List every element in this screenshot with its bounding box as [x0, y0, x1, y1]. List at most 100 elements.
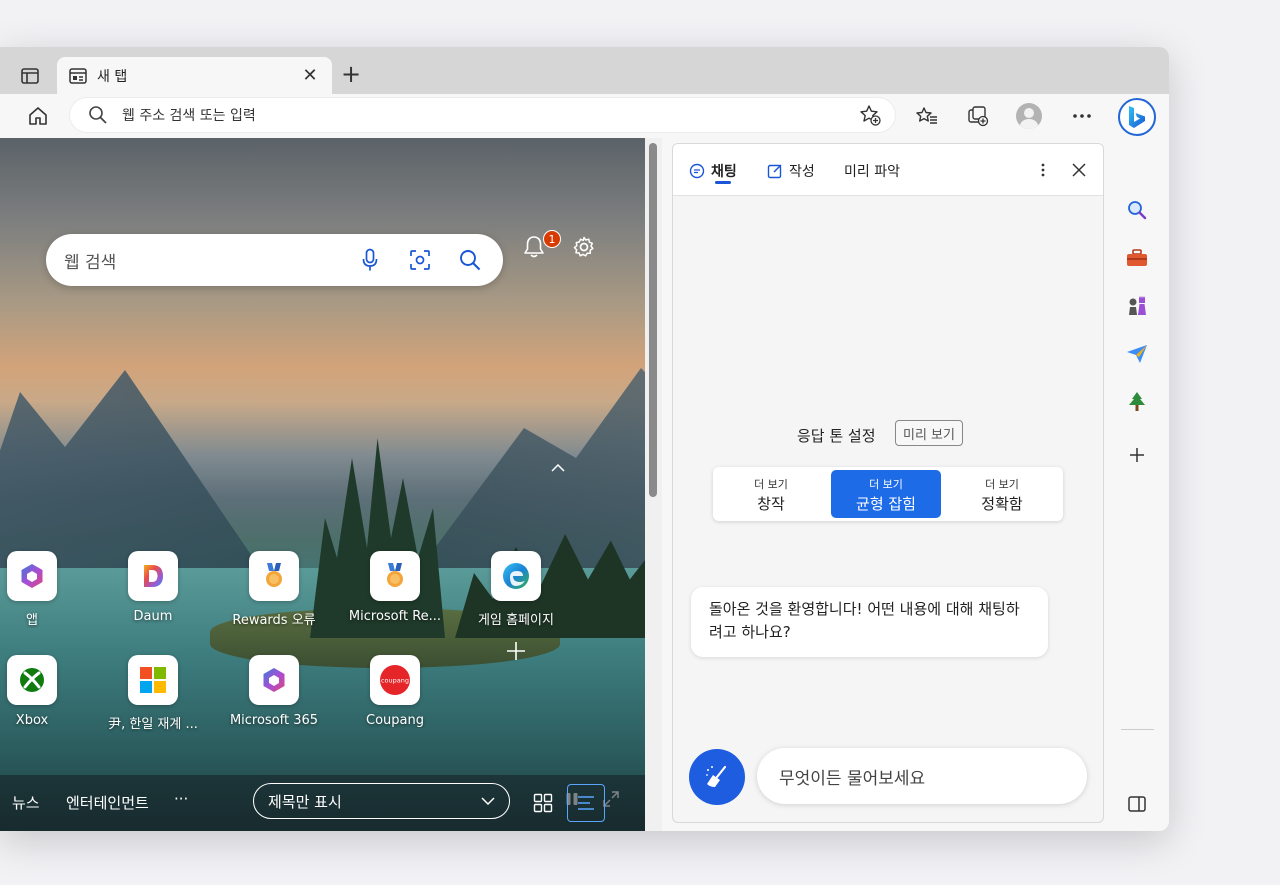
tone-big-label: 정확함: [981, 495, 1023, 513]
browser-window: 새 탭 ✕ + 웹 주소 검색 또는 입력 1 웹 검색 앱 Daum Rewa…: [0, 47, 1169, 831]
grid-layout-button[interactable]: [524, 784, 562, 822]
tile-icon-box: [370, 551, 420, 601]
sidebar-add-button[interactable]: [1124, 442, 1150, 468]
quick-link-tile[interactable]: Xbox: [0, 655, 87, 728]
quick-link-tile[interactable]: 尹, 한일 재계 ...: [98, 655, 208, 732]
tone-option-precise[interactable]: 더 보기 정확함: [947, 470, 1057, 518]
collapse-tiles-button[interactable]: [548, 460, 568, 476]
rewards-medal-icon: [266, 563, 282, 587]
page-scrollbar[interactable]: [645, 138, 662, 831]
home-button[interactable]: [24, 102, 52, 130]
tab-new-tab[interactable]: 새 탭 ✕: [57, 57, 332, 94]
ask-anything-input[interactable]: 무엇이든 물어보세요: [757, 748, 1087, 804]
page-settings-button[interactable]: [569, 232, 599, 262]
sidebar-toggle-pane-button[interactable]: [1124, 791, 1150, 817]
tile-icon-box: [7, 655, 57, 705]
search-icon: [89, 106, 107, 124]
tile-icon-box: [249, 655, 299, 705]
voice-search-button[interactable]: [355, 245, 385, 275]
sidebar-item-drop[interactable]: [1124, 341, 1150, 367]
tile-icon-box: [249, 551, 299, 601]
new-tab-button[interactable]: +: [338, 60, 364, 88]
favorites-button[interactable]: [913, 102, 941, 130]
daum-icon: [144, 565, 163, 587]
web-search-box[interactable]: 웹 검색: [46, 234, 503, 286]
sidebar-item-tree[interactable]: [1124, 389, 1150, 415]
tile-label: Microsoft 365: [229, 713, 319, 728]
quick-link-tile[interactable]: coupang Coupang: [340, 655, 450, 728]
tone-small-label: 더 보기: [754, 478, 788, 491]
tile-label: Microsoft Re...: [348, 609, 442, 624]
tree-icon: [1129, 392, 1145, 411]
search-submit-button[interactable]: [455, 245, 485, 275]
address-bar[interactable]: 웹 주소 검색 또는 입력: [70, 98, 895, 132]
tile-icon-box: [128, 551, 178, 601]
copilot-launcher-button[interactable]: [1118, 98, 1156, 136]
grid-icon: [533, 793, 553, 813]
chat-icon: [688, 162, 706, 180]
profile-button[interactable]: [1015, 102, 1043, 130]
avatar: [1016, 103, 1042, 129]
tile-icon-box: [7, 551, 57, 601]
collections-button[interactable]: [964, 102, 992, 130]
tile-label: 尹, 한일 재계 ...: [108, 717, 198, 732]
list-layout-button[interactable]: [567, 784, 605, 822]
tab-title: 새 탭: [97, 68, 128, 85]
feed-tab-news[interactable]: 뉴스: [12, 792, 40, 813]
copilot-close-button[interactable]: [1067, 158, 1091, 182]
plus-icon: [1130, 448, 1144, 462]
tone-small-label: 더 보기: [985, 478, 1019, 491]
copilot-more-button[interactable]: [1033, 160, 1053, 180]
copilot-header: 채팅 작성 미리 파악: [673, 144, 1103, 196]
tab-close-button[interactable]: ✕: [300, 65, 320, 86]
new-tab-page-icon: [69, 67, 87, 84]
tab-actions-button[interactable]: [14, 61, 46, 91]
visual-search-button[interactable]: [405, 245, 435, 275]
tile-label: Rewards 오류: [232, 613, 316, 628]
web-search-input[interactable]: 웹 검색: [64, 248, 335, 273]
tone-title: 응답 톤 설정: [797, 427, 876, 445]
quick-link-tile[interactable]: Microsoft Re...: [340, 551, 450, 624]
chess-icon: [1129, 296, 1146, 315]
toolbox-icon: [1127, 249, 1147, 266]
scrollbar-thumb[interactable]: [649, 143, 657, 497]
sidebar-item-games[interactable]: [1124, 293, 1150, 319]
settings-more-button[interactable]: [1068, 102, 1096, 130]
add-shortcut-button[interactable]: [503, 638, 529, 664]
quick-link-tile[interactable]: Rewards 오류: [219, 551, 329, 628]
more-vertical-icon: [1041, 163, 1045, 177]
quick-link-tile[interactable]: Daum: [98, 551, 208, 624]
tile-icon-box: coupang: [370, 655, 420, 705]
tab-chat[interactable]: 채팅: [688, 161, 737, 181]
quick-link-tile[interactable]: 앱: [0, 551, 87, 628]
tab-compose[interactable]: 작성: [766, 161, 815, 181]
coupang-logo-text: coupang: [381, 677, 409, 685]
address-input[interactable]: 웹 주소 검색 또는 입력: [122, 105, 859, 125]
bell-icon: [524, 236, 544, 258]
tile-label: Daum: [133, 609, 173, 624]
copilot-panel: 채팅 작성 미리 파악 응답 톤 설정 미리 보기 더 보기 창작 더 보기 균…: [672, 143, 1104, 823]
plus-icon: [507, 642, 525, 660]
tone-small-label: 더 보기: [869, 478, 903, 491]
sidebar-item-search[interactable]: [1124, 197, 1150, 223]
tone-option-creative[interactable]: 더 보기 창작: [716, 470, 826, 518]
collections-icon: [968, 106, 989, 127]
bing-copilot-icon: [1129, 106, 1145, 128]
add-favorite-icon[interactable]: [859, 104, 881, 126]
feed-tab-entertainment[interactable]: 엔터테인먼트: [66, 792, 149, 813]
feed-bar: 뉴스 엔터테인먼트 ··· 제목만 표시: [0, 775, 645, 831]
tab-insights[interactable]: 미리 파악: [844, 161, 900, 181]
microsoft-logo-icon: [140, 667, 166, 693]
chevron-up-icon: [551, 464, 565, 472]
visual-search-icon: [410, 250, 430, 270]
tone-option-balanced[interactable]: 더 보기 균형 잡힘: [831, 470, 941, 518]
new-topic-button[interactable]: [689, 749, 745, 805]
sidebar-item-tools[interactable]: [1124, 245, 1150, 271]
background-mountain-left: [0, 370, 260, 568]
microphone-icon: [362, 248, 378, 271]
feed-display-select[interactable]: 제목만 표시: [253, 783, 510, 819]
quick-link-tile[interactable]: Microsoft 365: [219, 655, 329, 728]
background-mountain-right: [420, 368, 645, 568]
quick-link-tile[interactable]: 게임 홈페이지: [461, 551, 571, 628]
feed-more-button[interactable]: ···: [174, 790, 188, 808]
